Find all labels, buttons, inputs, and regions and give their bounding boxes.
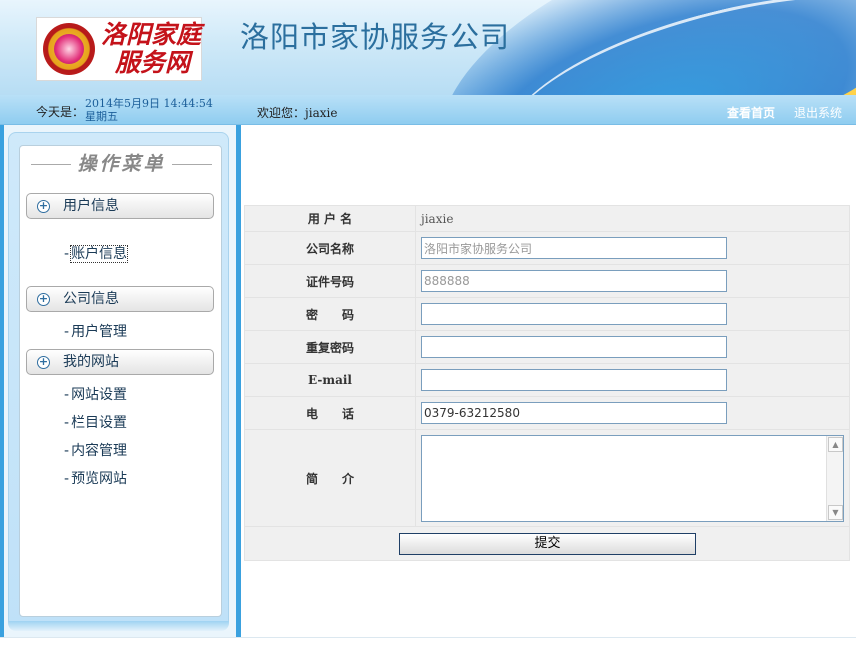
form-row-company: 公司名称: [244, 231, 850, 265]
menu-group-company-info[interactable]: + 公司信息: [26, 286, 214, 312]
menu-item-label: 网站设置: [71, 387, 128, 403]
sidebar-bottom-edge: [8, 621, 229, 631]
menu-item-label: 账户信息: [70, 245, 129, 263]
username-label: 用 户 名: [244, 205, 416, 232]
expand-plus-icon: +: [37, 292, 50, 306]
menu-title: 操作菜单: [20, 149, 223, 176]
menu-item-label: 栏目设置: [71, 415, 128, 431]
repeat-password-label: 重复密码: [244, 330, 416, 364]
peony-icon: [54, 34, 84, 64]
menu-item-label: 用户管理: [71, 324, 128, 340]
menu-item-label: 预览网站: [71, 471, 128, 487]
logo-text-line2: 服务网: [115, 48, 191, 77]
company-name-label: 公司名称: [244, 231, 416, 265]
form-row-email: E-mail: [244, 363, 850, 397]
form-row-username: 用 户 名 jiaxie: [244, 205, 850, 232]
sidebar-panel: 操作菜单 + 用户信息 - 账户信息 + 公司信息 - 用户管理 + 我的网站 …: [8, 132, 229, 628]
cert-number-cell: [415, 264, 850, 298]
password-field[interactable]: [421, 303, 727, 325]
form-row-submit: 提交: [244, 526, 850, 561]
logo-text-line1: 洛阳家庭: [101, 20, 202, 49]
site-logo: 洛阳家庭 服务网: [36, 17, 202, 81]
page-bottom-edge: [0, 637, 856, 648]
username-cell: jiaxie: [415, 205, 850, 232]
welcome-message: 欢迎您：jiaxie: [257, 104, 337, 121]
welcome-label: 欢迎您：: [257, 106, 306, 120]
intro-cell: ▲ ▼: [415, 429, 850, 527]
menu-item-content-management[interactable]: - 内容管理: [64, 440, 127, 460]
cert-number-label: 证件号码: [244, 264, 416, 298]
form-row-intro: 简 介 ▲ ▼: [244, 429, 850, 527]
company-name-field[interactable]: [421, 237, 727, 259]
password-label: 密 码: [244, 297, 416, 331]
phone-field[interactable]: [421, 402, 727, 424]
company-name-cell: [415, 231, 850, 265]
email-field[interactable]: [421, 369, 727, 391]
password-cell: [415, 297, 850, 331]
menu-item-preview-website[interactable]: - 预览网站: [64, 468, 127, 488]
divider: [171, 164, 212, 165]
email-label: E-mail: [244, 363, 416, 397]
menu-group-label: 用户信息: [63, 198, 119, 214]
textarea-scrollbar[interactable]: ▲ ▼: [826, 435, 843, 521]
operation-menu: 操作菜单 + 用户信息 - 账户信息 + 公司信息 - 用户管理 + 我的网站 …: [19, 145, 222, 617]
sidebar: 操作菜单 + 用户信息 - 账户信息 + 公司信息 - 用户管理 + 我的网站 …: [0, 125, 241, 637]
repeat-password-field[interactable]: [421, 336, 727, 358]
form-row-repeat-password: 重复密码: [244, 330, 850, 364]
site-title: 洛阳市家协服务公司: [240, 20, 511, 54]
menu-group-my-website[interactable]: + 我的网站: [26, 349, 214, 375]
submit-cell: 提交: [244, 526, 850, 561]
expand-plus-icon: +: [37, 355, 50, 369]
intro-label: 简 介: [244, 429, 416, 527]
main-content: 用 户 名 jiaxie 公司名称 证件号码 密 码 重复密码 E-mail: [241, 125, 856, 637]
logout-link[interactable]: 退出系统: [794, 104, 842, 121]
form-row-cert: 证件号码: [244, 264, 850, 298]
sidebar-left-rail: [0, 125, 4, 637]
menu-item-user-management[interactable]: - 用户管理: [64, 321, 127, 341]
username-value: jiaxie: [421, 211, 454, 226]
menu-item-account-info[interactable]: - 账户信息: [64, 243, 129, 263]
divider: [31, 164, 72, 165]
logo-text: 洛阳家庭 服务网: [101, 21, 201, 77]
repeat-password-cell: [415, 330, 850, 364]
menu-group-label: 我的网站: [63, 354, 119, 370]
view-homepage-link[interactable]: 查看首页: [727, 104, 775, 121]
form-row-phone: 电 话: [244, 396, 850, 430]
menu-group-user-info[interactable]: + 用户信息: [26, 193, 214, 219]
intro-textarea[interactable]: ▲ ▼: [421, 434, 844, 522]
current-username: jiaxie: [305, 106, 338, 120]
email-cell: [415, 363, 850, 397]
expand-plus-icon: +: [37, 199, 50, 213]
form-row-password: 密 码: [244, 297, 850, 331]
menu-item-column-settings[interactable]: - 栏目设置: [64, 412, 127, 432]
header-banner: 洛阳家庭 服务网 洛阳市家协服务公司: [0, 0, 856, 95]
scroll-down-arrow-icon[interactable]: ▼: [828, 504, 843, 520]
today-label: 今天是：: [36, 105, 85, 119]
menu-item-website-settings[interactable]: - 网站设置: [64, 384, 127, 404]
menu-title-text: 操作菜单: [77, 153, 166, 175]
today-datetime: 2014年5月9日 14:44:54 星期五: [85, 97, 213, 123]
menu-group-label: 公司信息: [63, 291, 119, 307]
menu-item-label: 内容管理: [71, 443, 128, 459]
info-bar: 今天是： 2014年5月9日 14:44:54 星期五 欢迎您：jiaxie 查…: [0, 95, 856, 125]
phone-cell: [415, 396, 850, 430]
phone-label: 电 话: [244, 396, 416, 430]
scroll-up-arrow-icon[interactable]: ▲: [828, 436, 843, 452]
cert-number-field[interactable]: [421, 270, 727, 292]
page: 洛阳家庭 服务网 洛阳市家协服务公司 今天是： 2014年5月9日 14:44:…: [0, 0, 856, 648]
submit-button[interactable]: 提交: [399, 533, 696, 555]
logo-emblem-icon: [43, 23, 95, 75]
account-form: 用 户 名 jiaxie 公司名称 证件号码 密 码 重复密码 E-mail: [244, 205, 850, 561]
